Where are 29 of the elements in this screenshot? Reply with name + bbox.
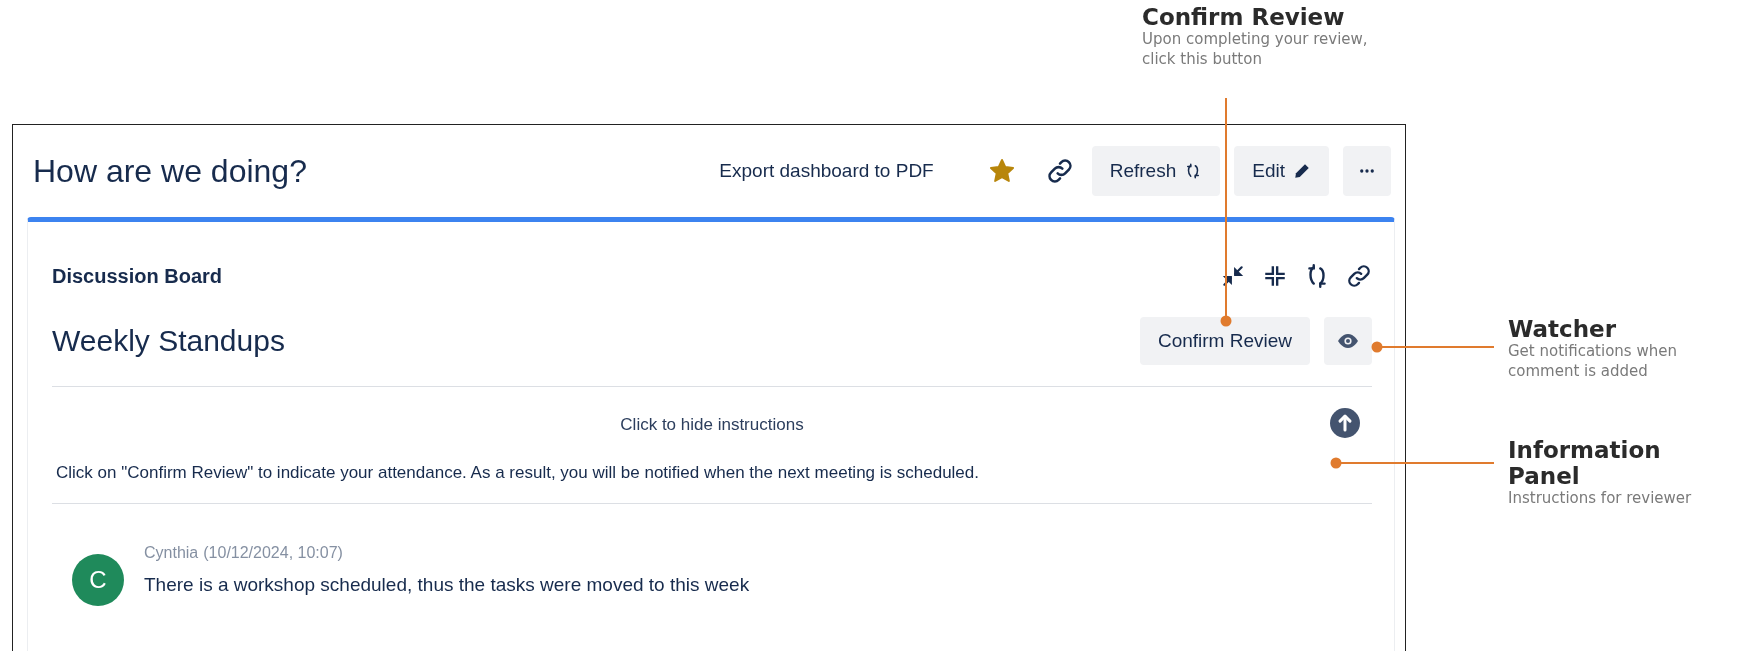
callout-title: Information Panel	[1508, 437, 1662, 489]
hide-instructions-link[interactable]: Click to hide instructions	[620, 415, 804, 435]
comment-text: There is a workshop scheduled, thus the tasks were moved to this week	[144, 574, 750, 596]
gadget-title: Weekly Standups	[52, 324, 285, 358]
confirm-review-button[interactable]: Confirm Review	[1139, 317, 1310, 365]
callout-title: Watcher	[1508, 316, 1617, 342]
more-icon	[1358, 168, 1376, 174]
pencil-icon	[1293, 162, 1311, 180]
link-icon[interactable]	[1346, 263, 1372, 289]
star-icon[interactable]	[987, 157, 1016, 185]
watch-button[interactable]	[1324, 317, 1372, 365]
arrow-up-icon[interactable]	[1330, 408, 1360, 438]
instructions-text: Click on "Confirm Review" to indicate your attendance. As a result, you will be notified when the next meeting is scheduled.	[55, 463, 980, 483]
link-icon[interactable]	[1045, 157, 1074, 185]
comment-timestamp: (10/12/2024, 10:07)	[203, 544, 343, 562]
export-pdf-link[interactable]: Export dashboard to PDF	[719, 160, 934, 182]
collapse-icon[interactable]	[1262, 263, 1288, 289]
avatar: C	[72, 554, 124, 606]
callout-title: Confirm Review	[1142, 4, 1346, 30]
dashboard-title: How are we doing?	[33, 152, 307, 190]
refresh-button[interactable]: Refresh	[1091, 146, 1221, 196]
callout-description: Get notifications when comment is added	[1508, 342, 1678, 381]
comment-author: Cynthia	[144, 544, 199, 562]
callout-description: Instructions for reviewer	[1508, 489, 1693, 509]
minimize-icon[interactable]	[1220, 263, 1246, 289]
eye-icon	[1336, 333, 1360, 349]
callout-description: Upon completing your review, click this button	[1142, 30, 1369, 69]
edit-button[interactable]: Edit	[1234, 146, 1329, 196]
gadget-type-label: Discussion Board	[52, 264, 223, 288]
